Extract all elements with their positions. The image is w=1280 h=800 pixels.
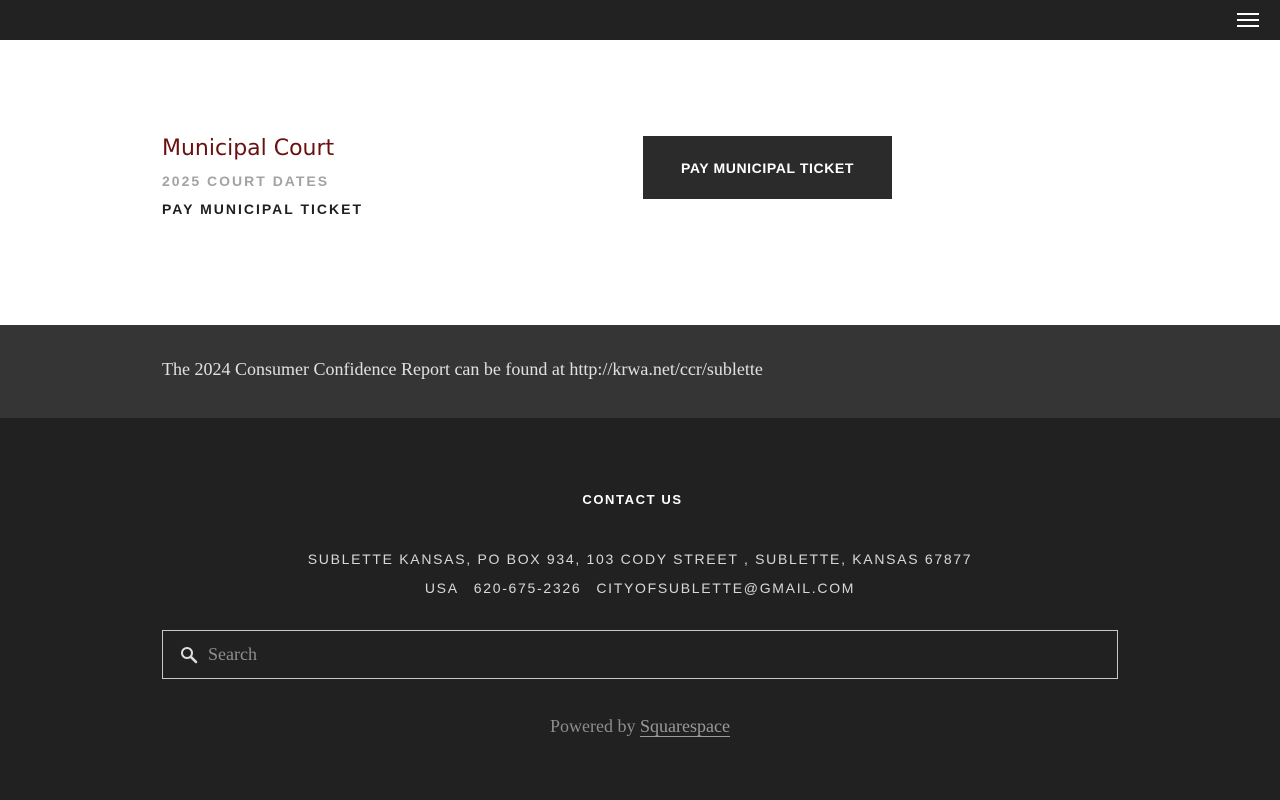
search-box[interactable] [162,630,1118,679]
contact-line: USA 620-675-2326 CITYOFSUBLETTE@GMAIL.COM [0,579,1280,597]
squarespace-link[interactable]: Squarespace [640,716,730,737]
contact-heading: CONTACT US [582,492,683,507]
email-link[interactable]: CITYOFSUBLETTE@GMAIL.COM [596,580,855,596]
address-line: SUBLETTE KANSAS, PO BOX 934, 103 CODY ST… [307,551,973,567]
top-bar [0,0,1280,40]
country-text: USA [424,580,459,596]
announcement-text: The 2024 Consumer Confidence Report can … [162,359,763,379]
hamburger-line [1237,25,1259,27]
powered-by-text: Powered by [550,716,636,736]
powered-by: Powered by Squarespace [0,715,1280,737]
hamburger-line [1237,19,1259,21]
pay-ticket-link[interactable]: PAY MUNICIPAL TICKET [162,200,363,218]
search-icon [181,647,198,664]
footer: CONTACT US SUBLETTE KANSAS, PO BOX 934, … [0,418,1280,800]
pay-ticket-button[interactable]: PAY MUNICIPAL TICKET [643,136,892,199]
hamburger-menu-icon[interactable] [1237,12,1259,29]
hamburger-line [1237,13,1259,15]
page-title: Municipal Court [162,136,335,161]
search-input[interactable] [208,631,1108,678]
court-dates-link[interactable]: 2025 COURT DATES [162,172,329,190]
phone-text: 620-675-2326 [473,580,582,596]
main-content: Municipal Court 2025 COURT DATES PAY MUN… [0,40,1280,325]
announcement-banner: The 2024 Consumer Confidence Report can … [0,325,1280,418]
